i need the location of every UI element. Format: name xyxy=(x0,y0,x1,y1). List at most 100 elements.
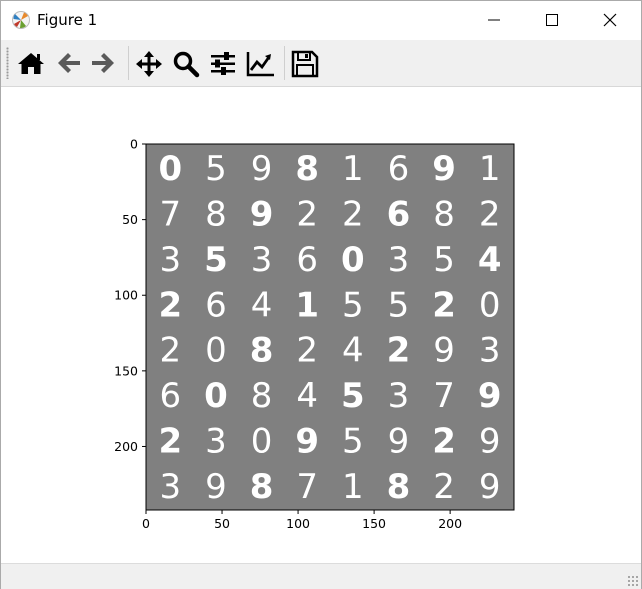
digit-cell: 9 xyxy=(433,331,455,371)
digit-cell: 2 xyxy=(296,195,318,235)
maximize-icon xyxy=(546,14,558,26)
digit-cell: 9 xyxy=(479,467,501,507)
digit-cell: 4 xyxy=(478,240,502,280)
digit-cell: 7 xyxy=(160,195,182,235)
digit-cell: 0 xyxy=(205,331,227,371)
y-tick-label: 200 xyxy=(114,439,138,454)
sliders-icon xyxy=(211,52,235,75)
pan-button[interactable] xyxy=(132,45,166,81)
digit-cell: 3 xyxy=(160,467,182,507)
digit-cell: 2 xyxy=(432,421,456,461)
digit-cell: 7 xyxy=(296,467,318,507)
back-arrow-icon xyxy=(58,53,80,73)
close-icon xyxy=(603,13,617,27)
digit-cell: 9 xyxy=(478,376,502,416)
x-tick-label: 200 xyxy=(438,516,462,531)
digit-cell: 2 xyxy=(342,195,364,235)
digit-cell: 1 xyxy=(342,467,364,507)
digit-cell: 3 xyxy=(388,240,410,280)
customize-button[interactable] xyxy=(243,45,277,81)
status-bar xyxy=(1,563,641,589)
digit-cell: 2 xyxy=(433,467,455,507)
home-icon xyxy=(18,53,44,74)
line-chart-icon xyxy=(246,52,274,77)
digit-cell: 1 xyxy=(342,149,364,189)
minimize-icon xyxy=(488,19,500,21)
magnifier-icon xyxy=(173,51,200,78)
digit-cell: 9 xyxy=(295,421,319,461)
figure-canvas[interactable]: 0598169178922682353603542641552020824293… xyxy=(1,87,641,563)
digit-cell: 6 xyxy=(205,285,227,325)
digit-cell: 5 xyxy=(205,149,227,189)
digit-cell: 8 xyxy=(205,195,227,235)
digit-cell: 3 xyxy=(479,331,501,371)
y-tick-label: 150 xyxy=(114,363,138,378)
toolbar-separator xyxy=(284,46,285,80)
x-tick-label: 0 xyxy=(142,516,150,531)
toolbar-grip[interactable] xyxy=(6,47,9,79)
digit-cell: 2 xyxy=(432,285,456,325)
digit-cell: 5 xyxy=(388,285,410,325)
digit-cell: 9 xyxy=(479,421,501,461)
digit-cell: 8 xyxy=(387,467,411,507)
digit-cell: 0 xyxy=(479,285,501,325)
digit-cell: 9 xyxy=(432,149,456,189)
digit-cell: 9 xyxy=(251,149,273,189)
save-button[interactable] xyxy=(288,45,322,81)
back-button[interactable] xyxy=(52,45,86,81)
close-button[interactable] xyxy=(581,1,639,39)
subplots-button[interactable] xyxy=(206,45,240,81)
title-bar[interactable]: Figure 1 xyxy=(1,1,641,39)
window-title: Figure 1 xyxy=(37,11,98,29)
digit-cell: 5 xyxy=(342,285,364,325)
digit-cell: 2 xyxy=(158,285,182,325)
digit-cell: 3 xyxy=(160,240,182,280)
digit-cell: 0 xyxy=(204,376,228,416)
digit-cell: 9 xyxy=(205,467,227,507)
move-icon xyxy=(136,51,162,77)
y-tick-label: 0 xyxy=(130,137,138,152)
matplotlib-icon xyxy=(12,11,30,29)
digit-cell: 0 xyxy=(158,149,182,189)
digit-cell: 4 xyxy=(342,331,364,371)
y-tick-label: 50 xyxy=(122,212,138,227)
digit-cell: 6 xyxy=(296,240,318,280)
maximize-button[interactable] xyxy=(523,1,581,39)
digit-cell: 9 xyxy=(388,421,410,461)
digit-cell: 6 xyxy=(387,195,411,235)
digit-cell: 4 xyxy=(296,376,318,416)
digit-cell: 8 xyxy=(250,331,274,371)
forward-arrow-icon xyxy=(92,53,114,73)
x-tick-label: 150 xyxy=(362,516,386,531)
home-button[interactable] xyxy=(14,45,48,81)
forward-button[interactable] xyxy=(86,45,120,81)
digit-cell: 3 xyxy=(251,240,273,280)
x-tick-label: 50 xyxy=(214,516,230,531)
digit-cell: 5 xyxy=(204,240,228,280)
floppy-disk-icon xyxy=(291,50,319,78)
digit-cell: 5 xyxy=(433,240,455,280)
digit-cell: 9 xyxy=(250,195,274,235)
digit-cell: 8 xyxy=(251,376,273,416)
resize-grip[interactable] xyxy=(627,575,639,587)
image-axes[interactable]: 0 5 9 8 1 6 9 17 8 9 2 2 6 8 23 5 3 6 0 3 5 42 6 4 1 5 5 2 02 0 8 2 4 2 9 3… xyxy=(1,87,641,563)
zoom-button[interactable] xyxy=(169,45,203,81)
digit-cell: 1 xyxy=(479,149,501,189)
image-background xyxy=(146,144,514,510)
figure-window: Figure 1 0 5 9 8 1 6 9 1 7 8 9 2 2 6 8 2… xyxy=(0,0,642,589)
digit-cell: 0 xyxy=(341,240,365,280)
digit-cell: 2 xyxy=(296,331,318,371)
digit-cell: 1 xyxy=(295,285,319,325)
digit-cell: 6 xyxy=(160,376,182,416)
digit-cell: 8 xyxy=(295,149,319,189)
digit-cell: 5 xyxy=(341,376,365,416)
y-tick-label: 100 xyxy=(114,288,138,303)
minimize-button[interactable] xyxy=(465,1,523,39)
navigation-toolbar xyxy=(1,40,641,87)
digit-cell: 2 xyxy=(158,421,182,461)
x-tick-label: 100 xyxy=(286,516,310,531)
digit-cell: 2 xyxy=(387,331,411,371)
digit-cell: 2 xyxy=(160,331,182,371)
digit-cell: 3 xyxy=(205,421,227,461)
toolbar-separator xyxy=(128,46,129,80)
